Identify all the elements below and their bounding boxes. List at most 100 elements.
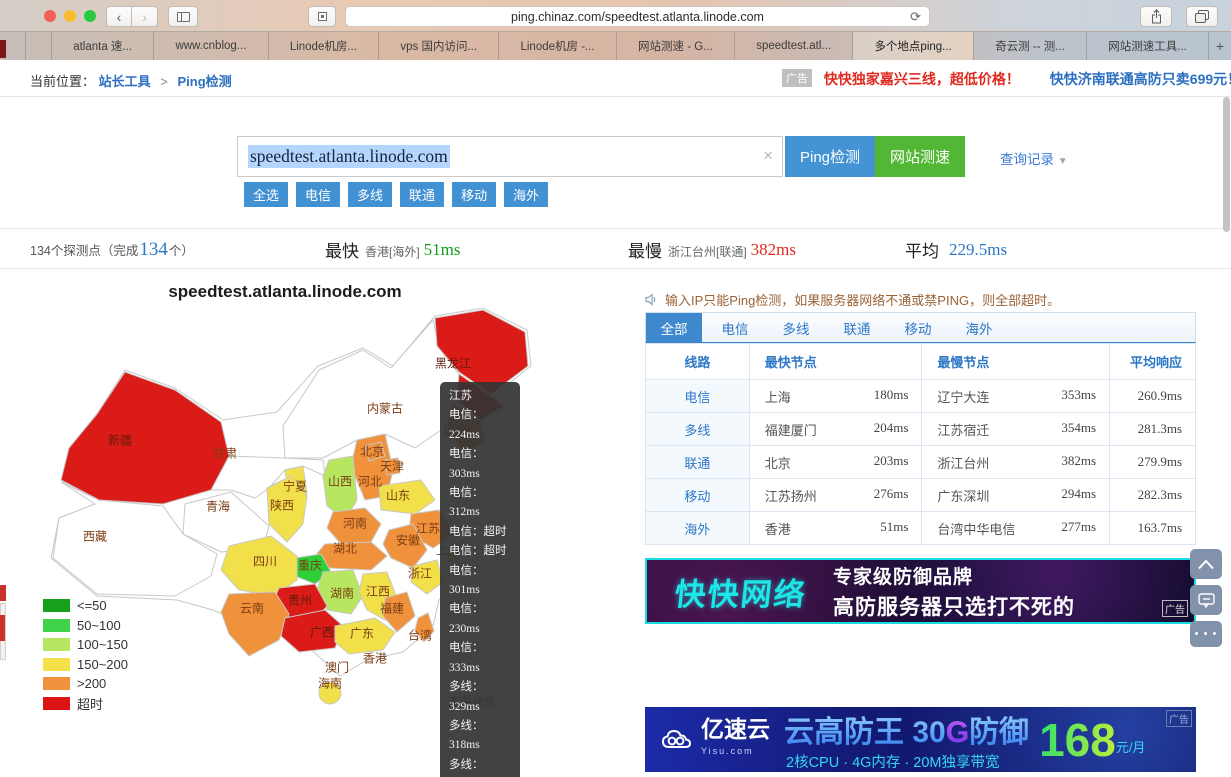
table-row: 电信 上海 180ms 辽宁大连 353ms 260.9ms xyxy=(645,379,1196,413)
average-stat: 平均 229.5ms xyxy=(905,239,1008,262)
map-legend: <=50 50~100 100~150 150~200 >200 超时 xyxy=(43,596,128,713)
promo-bar: 广告 快快独家嘉兴三线，超低价格！ 快快济南联通高防只卖699元！ xyxy=(782,69,1231,89)
tooltip-row: 多线：318ms xyxy=(449,719,484,752)
browser-tab[interactable]: Linode机房... xyxy=(269,32,380,60)
ad-badge: 广告 xyxy=(1162,600,1188,617)
cell-slowest: 台湾中华电信 277ms xyxy=(921,511,1111,545)
browser-tab[interactable]: 网站测速工具... xyxy=(1087,32,1210,60)
result-table: 线路 最快节点 最慢节点 平均响应 电信 上海 180ms 辽宁大连 353ms 260.… xyxy=(645,343,1196,545)
browser-tab[interactable]: 奇云测 -- 测... xyxy=(974,32,1088,60)
breadcrumb-current-link[interactable]: Ping检测 xyxy=(178,74,232,89)
legend-label: 100~150 xyxy=(77,637,128,653)
minimize-window-button[interactable] xyxy=(64,10,76,22)
cell-line[interactable]: 联通 xyxy=(645,445,750,479)
cell-fastest: 福建厦门 204ms xyxy=(748,412,923,446)
legend-label: 50~100 xyxy=(77,617,121,633)
cell-line[interactable]: 电信 xyxy=(645,379,750,413)
result-tab-海外[interactable]: 海外 xyxy=(951,313,1007,342)
map-tooltip: 江苏 电信：224ms 电信：303ms 电信：312ms 电信：超时 电信：超时 电信：… xyxy=(440,382,520,777)
back-button[interactable]: ‹ xyxy=(106,6,132,27)
browser-tab[interactable]: www.cnblog... xyxy=(154,32,269,60)
map-title: speedtest.atlanta.linode.com xyxy=(168,282,402,301)
tooltip-title: 江苏 xyxy=(449,390,472,402)
back-to-top-button[interactable] xyxy=(1190,549,1222,579)
filter-button-移动[interactable]: 移动 xyxy=(452,182,497,207)
promo-link-red[interactable]: 快快独家嘉兴三线，超低价格！ xyxy=(824,71,1020,87)
filter-button-多线[interactable]: 多线 xyxy=(348,182,393,207)
filter-button-海外[interactable]: 海外 xyxy=(504,182,549,207)
cell-average: 163.7ms xyxy=(1109,511,1196,545)
legend-item: 100~150 xyxy=(43,635,128,655)
new-tab-button[interactable]: + xyxy=(1209,32,1231,60)
legend-label: <=50 xyxy=(77,598,107,614)
filter-button-电信[interactable]: 电信 xyxy=(296,182,341,207)
browser-tab-label: www.cnblog... xyxy=(175,40,247,52)
show-all-tabs-button[interactable] xyxy=(1186,6,1218,27)
legend-item: 50~100 xyxy=(43,616,128,636)
browser-tab-label: Linode机房... xyxy=(289,41,357,53)
comment-bubble-icon xyxy=(1197,592,1215,608)
query-history-dropdown[interactable]: 查询记录 ▼ xyxy=(1000,148,1068,168)
result-tab-多线[interactable]: 多线 xyxy=(768,313,824,342)
cell-line[interactable]: 海外 xyxy=(645,511,750,545)
kuaikuai-ad-banner[interactable]: 快快网络 专家级防御品牌 高防服务器只选打不死的 广告 xyxy=(645,558,1196,624)
table-header-row: 线路 最快节点 最慢节点 平均响应 xyxy=(645,343,1196,380)
site-speed-button[interactable]: 网站测速 xyxy=(875,136,965,177)
result-tab-电信[interactable]: 电信 xyxy=(707,313,763,342)
cell-line[interactable]: 移动 xyxy=(645,478,750,512)
forward-button[interactable]: › xyxy=(132,6,158,27)
result-tab-移动[interactable]: 移动 xyxy=(890,313,946,342)
breadcrumb-separator: > xyxy=(160,74,168,89)
tooltip-row: 电信：224ms xyxy=(449,409,484,441)
page-scrollbar[interactable] xyxy=(1223,97,1230,232)
legend-swatch xyxy=(43,677,70,691)
query-history-label: 查询记录 xyxy=(1000,152,1054,167)
cell-slowest: 辽宁大连 353ms xyxy=(921,379,1111,413)
breadcrumb-home-link[interactable]: 站长工具 xyxy=(99,74,151,89)
browser-tab[interactable]: 多个地点ping... xyxy=(853,32,974,60)
header-slowest: 最慢节点 xyxy=(921,343,1111,380)
zoom-window-button[interactable] xyxy=(84,10,96,22)
share-button[interactable] xyxy=(1140,6,1172,27)
legend-swatch xyxy=(43,618,70,632)
table-row: 多线 福建厦门 204ms 江苏宿迁 354ms 281.3ms xyxy=(645,412,1196,446)
filter-button-全选[interactable]: 全选 xyxy=(244,182,289,207)
browser-tab[interactable] xyxy=(26,32,52,60)
domain-input[interactable]: speedtest.atlanta.linode.com × xyxy=(237,136,783,177)
browser-tab-label: 网站测速工具... xyxy=(1108,41,1187,53)
address-bar[interactable]: ping.chinaz.com/speedtest.atlanta.linode… xyxy=(345,6,930,27)
yisu-logo: 亿速云 Yisu.com xyxy=(659,717,770,762)
chevron-up-icon xyxy=(1198,559,1214,569)
promo-link-blue[interactable]: 快快济南联通高防只卖699元！ xyxy=(1050,71,1231,87)
feedback-button[interactable] xyxy=(1190,585,1222,615)
cell-average: 282.3ms xyxy=(1109,478,1196,512)
filter-button-联通[interactable]: 联通 xyxy=(400,182,445,207)
header-line: 线路 xyxy=(645,343,750,380)
tooltip-row: 电信：301ms xyxy=(449,564,484,597)
browser-tab[interactable]: vps 国内访问... xyxy=(379,32,500,60)
close-window-button[interactable] xyxy=(44,10,56,22)
browser-tab[interactable]: 网站测速 - G... xyxy=(617,32,736,60)
background-window-artifact xyxy=(0,40,6,58)
browser-tab[interactable]: speedtest.atl... xyxy=(735,32,854,60)
reload-icon[interactable]: ⟳ xyxy=(910,9,921,25)
yisu-ad-banner[interactable]: 广告 亿速云 Yisu.com 云高防王 30G防御 2核CPU · 4G内存 … xyxy=(645,707,1196,772)
result-tab-联通[interactable]: 联通 xyxy=(829,313,885,342)
header-fastest: 最快节点 xyxy=(748,343,923,380)
chevron-down-icon: ▼ xyxy=(1057,156,1068,167)
domain-input-value: speedtest.atlanta.linode.com xyxy=(248,145,450,168)
clear-input-icon[interactable]: × xyxy=(763,146,773,166)
reader-button[interactable] xyxy=(308,6,336,27)
browser-tab[interactable]: Linode机房 -... xyxy=(499,32,617,60)
cell-line[interactable]: 多线 xyxy=(645,412,750,446)
sidebar-button[interactable] xyxy=(168,6,198,27)
safari-window: ‹ › ping.chinaz.com/speedtest.atlanta.li… xyxy=(0,0,1231,777)
more-tools-button[interactable]: • • • xyxy=(1190,621,1222,647)
browser-tab[interactable]: atlanta 速... xyxy=(52,32,155,60)
breadcrumb-label: 当前位置： xyxy=(30,74,96,89)
result-tab-全部[interactable]: 全部 xyxy=(646,313,702,342)
speaker-icon xyxy=(645,293,656,306)
kuaikuai-slogans: 专家级防御品牌 高防服务器只选打不死的 xyxy=(833,566,1075,619)
tooltip-row: 电信：312ms xyxy=(449,487,484,519)
ping-test-button[interactable]: Ping检测 xyxy=(785,136,875,177)
